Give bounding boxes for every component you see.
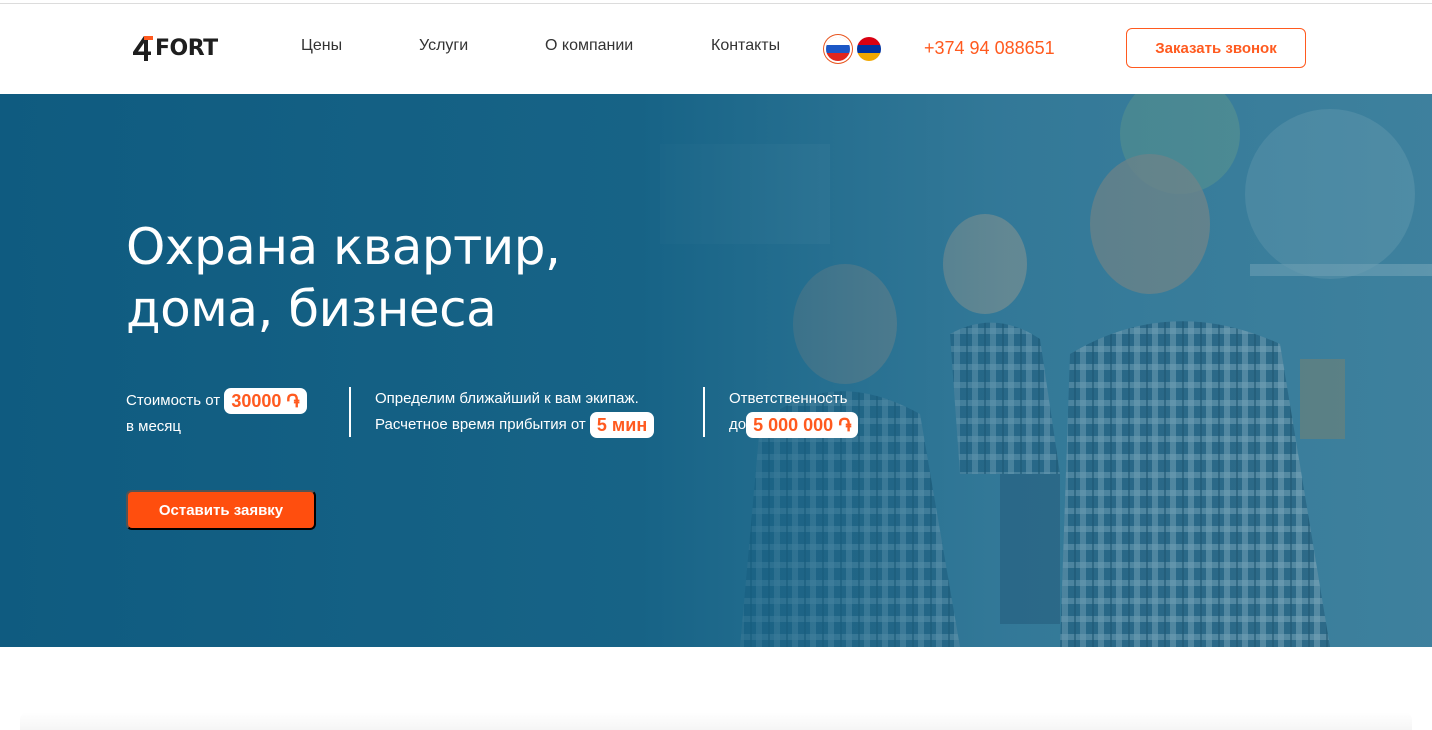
stat-arrival-line1: Определим ближайший к вам экипаж.: [375, 390, 639, 407]
next-section-edge: [20, 712, 1412, 730]
nav-item-contacts[interactable]: Контакты: [711, 37, 780, 55]
phone-link[interactable]: +374 94 088651: [924, 38, 1055, 59]
hero-title-line-1: Охрана квартир,: [126, 218, 561, 276]
hero-title-line-2: дома, бизнеса: [126, 280, 497, 338]
nav-item-prices[interactable]: Цены: [301, 37, 342, 55]
stat-divider: [703, 387, 705, 437]
stat-liability-value: 5 000 000 ֏: [746, 412, 859, 439]
stat-arrival-value: 5 мин: [589, 412, 655, 439]
russia-flag-icon[interactable]: [826, 37, 850, 61]
stat-liability-prefix: до: [729, 416, 747, 433]
stat-liability: Ответственность до 5 000 000 ֏: [729, 386, 859, 439]
stat-price: Стоимость от 30000 ֏ в месяц: [126, 388, 307, 440]
family-background-image: [0, 94, 1432, 647]
stat-price-value: 30000 ֏: [224, 388, 307, 415]
stat-price-suffix: в месяц: [126, 418, 182, 436]
leave-request-button[interactable]: Оставить заявку: [126, 490, 316, 530]
stat-liability-line1: Ответственность: [729, 390, 848, 407]
nav-item-about[interactable]: О компании: [545, 37, 633, 55]
stat-arrival: Определим ближайший к вам экипаж. Расчет…: [375, 386, 655, 439]
hero-section: Охрана квартир, дома, бизнеса Стоимость …: [0, 94, 1432, 647]
logo-mark-icon: [133, 36, 153, 61]
stat-price-prefix: Стоимость от: [126, 392, 221, 409]
logo-text: FORT: [155, 35, 218, 61]
armenia-flag-icon[interactable]: [857, 37, 881, 61]
order-callback-button[interactable]: Заказать звонок: [1126, 28, 1306, 68]
stat-arrival-prefix: Расчетное время прибытия от: [375, 416, 586, 433]
logo[interactable]: FORT: [131, 34, 218, 62]
hero-title: Охрана квартир, дома, бизнеса: [126, 216, 561, 340]
site-header: FORT Цены Услуги О компании Контакты +37…: [0, 4, 1432, 94]
nav-item-services[interactable]: Услуги: [419, 37, 468, 55]
stat-divider: [349, 387, 351, 437]
